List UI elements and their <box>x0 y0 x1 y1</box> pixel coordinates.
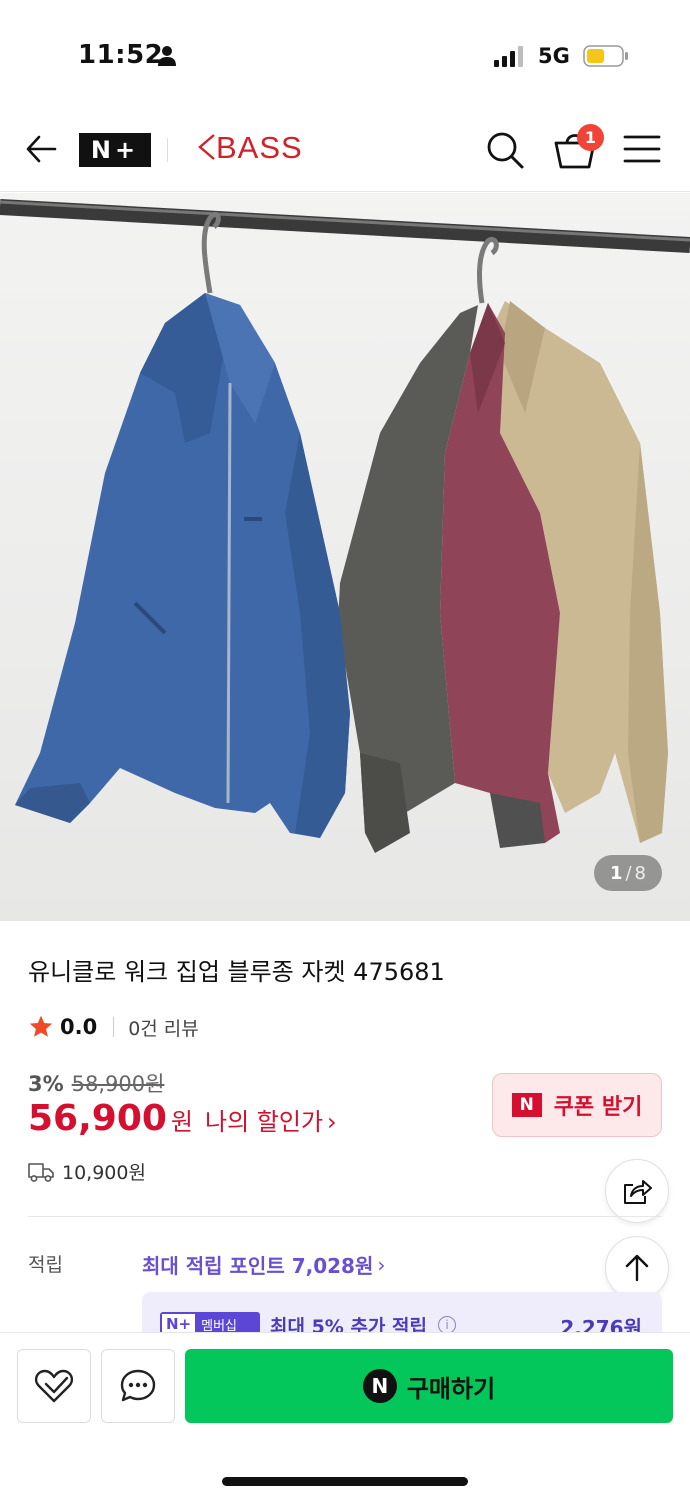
naver-n-icon: N <box>511 1093 542 1117</box>
header-divider <box>167 138 168 162</box>
star-icon <box>29 1015 53 1037</box>
home-indicator <box>222 1477 468 1486</box>
rating-divider <box>113 1017 115 1037</box>
arrow-up-icon <box>625 1254 649 1282</box>
chevron-right-icon: › <box>327 1108 337 1136</box>
search-icon[interactable] <box>485 130 525 170</box>
discount-row: 3% 58,900원 <box>28 1068 164 1098</box>
image-counter: 1 / 8 <box>593 855 662 891</box>
store-name: BASS <box>216 130 303 165</box>
price-unit: 원 <box>170 1108 194 1136</box>
image-counter-separator: / <box>625 862 632 884</box>
my-discount-link[interactable]: 나의 할인가 <box>205 1102 323 1137</box>
discount-rate: 3% <box>28 1072 64 1096</box>
cart-count-badge: 1 <box>577 124 604 151</box>
original-price: 58,900원 <box>71 1072 165 1096</box>
product-image-gallery[interactable]: 1 / 8 <box>0 193 690 921</box>
shipping-fee: 10,900원 <box>62 1162 146 1184</box>
battery-icon <box>583 45 628 67</box>
bottom-action-bar: N 구매하기 <box>0 1332 690 1500</box>
coupon-download-button[interactable]: N 쿠폰 받기 <box>492 1073 662 1137</box>
coupon-label: 쿠폰 받기 <box>553 1095 643 1120</box>
share-button[interactable] <box>605 1159 669 1223</box>
back-button[interactable] <box>22 130 60 168</box>
status-bar: 11:52 5G <box>0 0 690 100</box>
max-points-text: 최대 적립 포인트 7,028원 <box>142 1254 374 1278</box>
membership-badge-text: 멤버십 <box>201 1318 238 1334</box>
scroll-to-top-button[interactable] <box>605 1236 669 1300</box>
membership-badge-logo: N+ <box>162 1314 196 1334</box>
chat-bubble-icon <box>120 1369 156 1402</box>
shipping-row: 10,900원 <box>28 1158 146 1185</box>
heart-icon <box>34 1369 74 1403</box>
network-label: 5G <box>538 44 570 68</box>
price-row[interactable]: 56,900 원 나의 할인가 › <box>28 1098 337 1139</box>
image-counter-current: 1 <box>609 862 623 884</box>
app-header: N+ BASS 1 <box>0 100 690 192</box>
points-label: 적립 <box>28 1254 63 1276</box>
person-icon <box>158 46 176 66</box>
buy-label: 구매하기 <box>406 1374 496 1403</box>
store-logo-mark <box>198 134 215 160</box>
wishlist-button[interactable] <box>17 1349 91 1423</box>
product-title: 유니클로 워크 집업 블루종 자켓 475681 <box>28 958 445 986</box>
product-photo <box>0 199 690 853</box>
status-time: 11:52 <box>78 40 164 70</box>
signal-icon <box>494 46 523 67</box>
back-arrow-icon <box>26 135 57 163</box>
store-logo[interactable]: BASS <box>196 130 303 170</box>
rating-row[interactable]: 0.0 0건 리뷰 <box>28 1012 199 1042</box>
truck-icon <box>28 1162 54 1182</box>
naver-plus-logo[interactable]: N+ <box>79 133 151 167</box>
section-divider <box>28 1216 662 1217</box>
rating-score: 0.0 <box>60 1015 98 1039</box>
sale-price: 56,900 <box>28 1098 167 1139</box>
naver-pay-icon: N <box>362 1369 397 1403</box>
review-count[interactable]: 0건 리뷰 <box>128 1014 199 1041</box>
buy-button[interactable]: N 구매하기 <box>185 1349 673 1423</box>
max-points-link[interactable]: 최대 적립 포인트 7,028원 › <box>142 1250 385 1279</box>
chevron-right-icon: › <box>377 1252 386 1277</box>
image-counter-total: 8 <box>634 862 646 884</box>
menu-icon[interactable] <box>623 133 661 165</box>
talk-talk-button[interactable] <box>101 1349 175 1423</box>
share-icon <box>624 1180 652 1204</box>
